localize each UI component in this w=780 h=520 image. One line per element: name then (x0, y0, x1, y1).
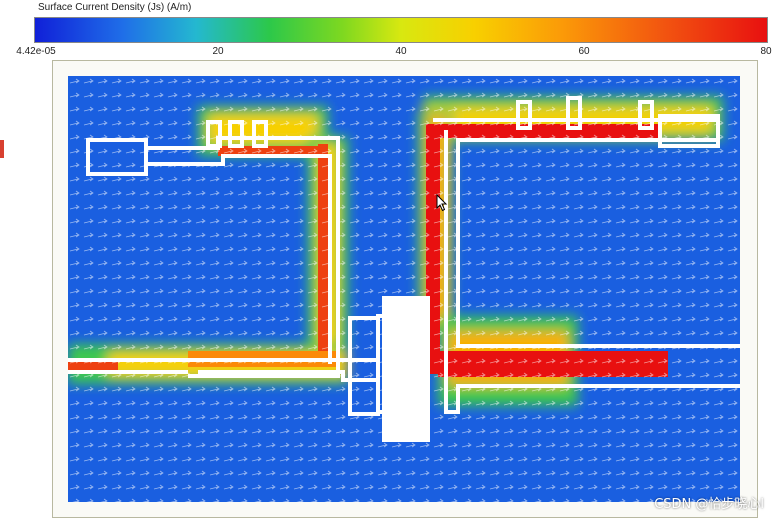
colorbar-legend-title: Surface Current Density (Js) (A/m) (38, 2, 192, 13)
colorbar-tick-label: 60 (578, 46, 590, 57)
vector-field-overlay (68, 76, 740, 502)
colorbar-tick-label: 40 (395, 46, 407, 57)
colorbar-tick-label: 80 (760, 46, 772, 57)
watermark: CSDN @恰步晓心l (654, 497, 764, 512)
colorbar-tick-label: 20 (212, 46, 224, 57)
current-density-plot[interactable] (68, 76, 740, 502)
colorbar-tick-label: 4.42e-05 (16, 46, 56, 57)
side-marker (0, 140, 4, 158)
mouse-cursor-icon (436, 194, 448, 212)
colorbar (34, 17, 768, 43)
